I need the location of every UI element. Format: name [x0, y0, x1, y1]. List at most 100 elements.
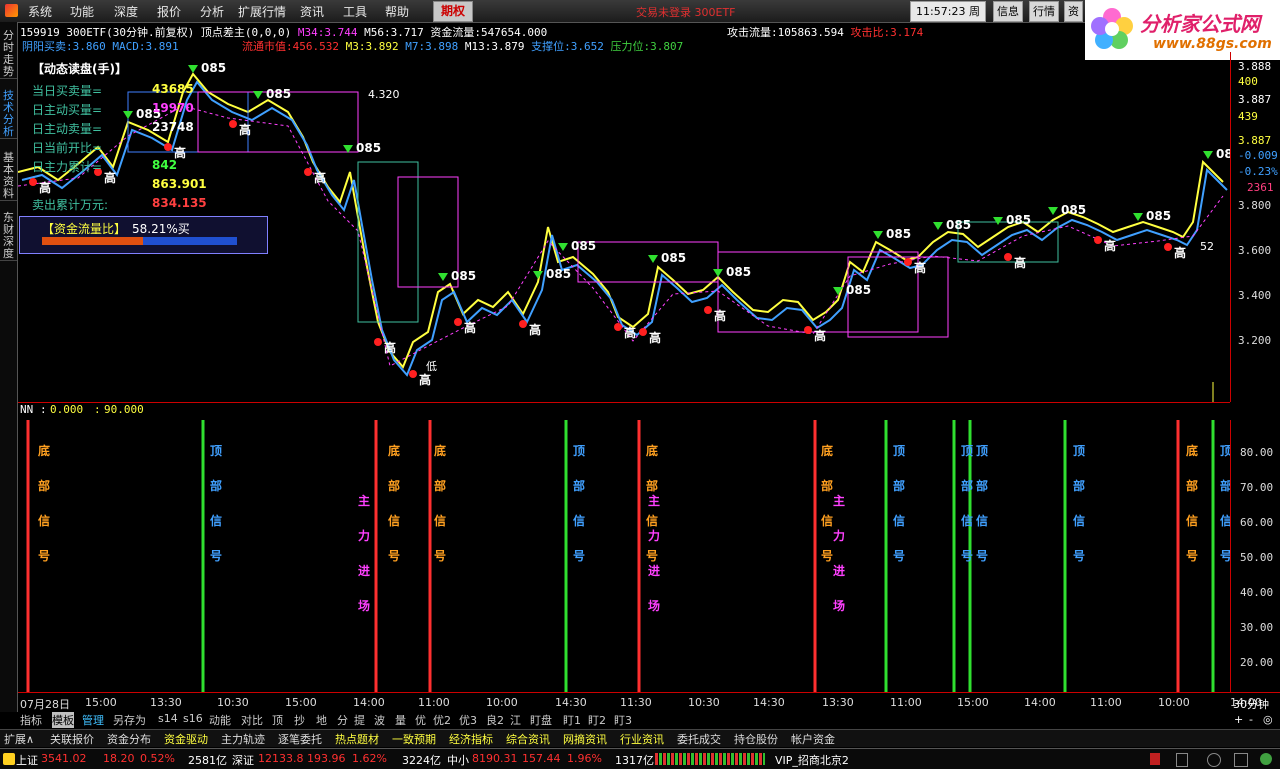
ratio-label: 【资金流量比】 [42, 222, 127, 236]
link-item[interactable]: 行业资讯 [620, 731, 664, 747]
link-item[interactable]: 持仓股份 [734, 731, 778, 747]
signal-char: 信 [388, 513, 400, 528]
options-button[interactable]: 期权 [433, 1, 473, 22]
alert-icon[interactable] [1150, 753, 1160, 765]
bottom-tab[interactable]: 管理 [82, 712, 104, 728]
link-item[interactable]: 帐户资金 [791, 731, 835, 747]
bottom-tab[interactable]: 对比 [241, 712, 263, 728]
signal-char: 信 [573, 513, 585, 528]
quote-button[interactable]: 行情 [1029, 1, 1059, 22]
bottom-tab[interactable]: 抄 [294, 712, 305, 728]
bottom-tab[interactable]: 模板 [52, 712, 74, 728]
globe-icon[interactable] [1207, 753, 1221, 767]
top-marker [873, 231, 883, 239]
link-item[interactable]: 资金分布 [107, 731, 151, 747]
menu-tools[interactable]: 工具 [343, 3, 367, 20]
panel-row-label: 日主动卖量= [32, 122, 103, 136]
axis-label: 3.200 [1238, 334, 1272, 347]
menu-system[interactable]: 系统 [28, 3, 52, 20]
bottom-tab[interactable]: 量 [395, 712, 406, 728]
bottom-label: 高 [1104, 238, 1116, 253]
side-tab-intraday[interactable]: 分时走势 [0, 30, 17, 79]
link-item[interactable]: 委托成交 [677, 731, 721, 747]
zoom-out-button[interactable]: - [1249, 713, 1253, 726]
signal-char: 信 [210, 513, 222, 528]
signal-char: 号 [210, 548, 222, 563]
top-marker [933, 222, 943, 230]
top-marker [533, 271, 543, 279]
link-item[interactable]: 关联报价 [50, 731, 94, 747]
axis-label: -0.23% [1238, 165, 1278, 178]
link-item[interactable]: 资金驱动 [164, 731, 208, 747]
bottom-tab[interactable]: 另存为 [113, 712, 146, 728]
axis-label: 3.887 [1238, 93, 1272, 106]
indicator-chart[interactable]: 底部信号 顶部信号 主力进场 底部信号 底部信号 顶部信号 底部信号 主力进场 底部信号 主力进场… [18, 420, 1230, 692]
app-icon[interactable] [5, 4, 18, 17]
zoom-in-button[interactable]: + [1234, 713, 1243, 726]
signal-char: 号 [646, 548, 658, 563]
sz-label[interactable]: 深证 [232, 752, 254, 768]
attack-ratio-value: 3.174 [890, 26, 924, 39]
bottom-tab[interactable]: 优 [415, 712, 426, 728]
lock-icon[interactable] [1234, 753, 1248, 767]
zx-change: 157.44 [522, 752, 561, 765]
bottom-tab[interactable]: 动能 [209, 712, 231, 728]
signal-char: 部 [961, 478, 973, 493]
link-item[interactable]: 逐笔委托 [278, 731, 322, 747]
bottom-tab[interactable]: 优3 [459, 712, 477, 728]
reset-view-button[interactable]: ◎ [1263, 713, 1273, 726]
bottom-tab[interactable]: 地 [316, 712, 327, 728]
bottom-tab[interactable]: 江 [510, 712, 521, 728]
bottom-tab[interactable]: 良2 [486, 712, 504, 728]
bottom-tab[interactable]: 盯2 [588, 712, 606, 728]
link-item[interactable]: 主力轨迹 [221, 731, 265, 747]
bottom-tab[interactable]: 指标 [20, 712, 42, 728]
menu-analysis[interactable]: 分析 [200, 3, 224, 20]
menu-help[interactable]: 帮助 [385, 3, 409, 20]
bottom-marker [304, 168, 312, 176]
info-button[interactable]: 信息 [993, 1, 1023, 22]
calc-icon[interactable] [1176, 753, 1188, 767]
indicator-tick: 30.00 [1240, 621, 1274, 634]
signal-char: 顶 [893, 444, 905, 458]
signal-char: 顶 [1073, 444, 1085, 458]
menu-news[interactable]: 资讯 [300, 3, 324, 20]
top-marker [713, 269, 723, 277]
side-tab-fundamentals[interactable]: 基本资料 [0, 152, 17, 201]
link-item[interactable]: 一致预期 [392, 731, 436, 747]
sh-label[interactable]: 上证 [16, 752, 38, 768]
top-label: 085 [661, 251, 686, 265]
bottom-tab[interactable]: 盯盘 [530, 712, 552, 728]
nn-sep: : [40, 403, 47, 416]
bottom-tab[interactable]: 波 [374, 712, 385, 728]
link-item[interactable]: 经济指标 [449, 731, 493, 747]
site-logo: 分析家公式网 www.88gs.com [1085, 0, 1280, 60]
ratio-bar [42, 237, 237, 245]
bottom-label: 高 [914, 260, 926, 275]
signal-char: 场 [833, 599, 845, 613]
signal-char: 号 [893, 548, 905, 563]
side-tab-bar: 分时走势 技术分析 基本资料 东财深度 [0, 22, 18, 712]
link-item[interactable]: 综合资讯 [506, 731, 550, 747]
bottom-tab[interactable]: s14 [158, 712, 178, 725]
bottom-tab[interactable]: 盯1 [563, 712, 581, 728]
bottom-tab[interactable]: s16 [183, 712, 203, 725]
menu-depth[interactable]: 深度 [114, 3, 138, 20]
link-item[interactable]: 扩展∧ [4, 731, 34, 747]
link-item[interactable]: 网摘资讯 [563, 731, 607, 747]
bottom-tab[interactable]: 顶 [272, 712, 283, 728]
zx-label[interactable]: 中小 [447, 752, 469, 768]
bottom-tab[interactable]: 分 [337, 712, 348, 728]
bottom-tab[interactable]: 提 [354, 712, 365, 728]
menu-function[interactable]: 功能 [70, 3, 94, 20]
bottom-marker [29, 178, 37, 186]
signal-char: 信 [1220, 513, 1230, 528]
side-tab-technical[interactable]: 技术分析 [0, 90, 17, 139]
bottom-tab[interactable]: 盯3 [614, 712, 632, 728]
news-button[interactable]: 资 [1064, 1, 1083, 22]
link-item[interactable]: 热点题材 [335, 731, 379, 747]
side-tab-eastmoney[interactable]: 东财深度 [0, 212, 17, 261]
menu-quote[interactable]: 报价 [157, 3, 181, 20]
menu-extended[interactable]: 扩展行情 [238, 3, 286, 20]
bottom-tab[interactable]: 优2 [433, 712, 451, 728]
